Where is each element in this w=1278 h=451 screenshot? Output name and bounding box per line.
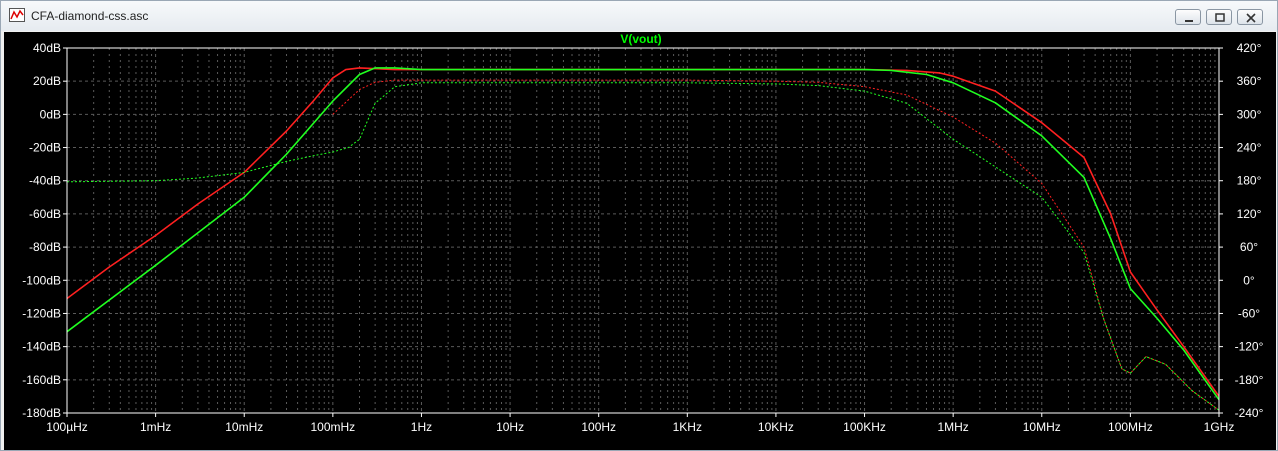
y-right-tick-label: 300° [1237, 107, 1262, 121]
y-left-tick-label: -180dB [22, 406, 61, 420]
x-tick-label: 100µHz [46, 420, 88, 434]
y-right-tick-label: 360° [1237, 74, 1262, 88]
y-left-tick-label: -40dB [29, 174, 61, 188]
y-left-tick-label: -20dB [29, 141, 61, 155]
y-right-tick-label: 120° [1237, 207, 1262, 221]
x-tick-label: 1GHz [1204, 420, 1235, 434]
x-tick-label: 100KHz [843, 420, 886, 434]
x-tick-label: 10mHz [225, 420, 263, 434]
y-right-tick-label: 0° [1243, 273, 1255, 287]
x-tick-label: 10MHz [1023, 420, 1061, 434]
y-left-tick-label: -80dB [29, 240, 61, 254]
x-tick-label: 100Hz [581, 420, 616, 434]
y-right-tick-label: 60° [1240, 240, 1258, 254]
y-left-tick-label: -100dB [22, 273, 61, 287]
close-icon [1246, 13, 1256, 23]
chart-title: V(vout) [620, 32, 661, 46]
y-left-tick-label: 0dB [40, 107, 61, 121]
minimize-button[interactable] [1175, 9, 1201, 25]
bode-plot[interactable]: 100µHz 1mHz 10mHz 100mHz 1Hz 10Hz 100Hz 1KHz 10K… [4, 32, 1276, 450]
x-tick-label: 1MHz [937, 420, 968, 434]
y-left-tick-label: -60dB [29, 207, 61, 221]
y-right-tick-label: 180° [1237, 174, 1262, 188]
minimize-icon [1185, 20, 1193, 22]
y-left-tick-label: 40dB [33, 41, 61, 55]
y-left-tick-label: -160dB [22, 373, 61, 387]
x-tick-label: 10Hz [496, 420, 524, 434]
y-right-tick-label: -120° [1235, 340, 1264, 354]
y-left-tick-label: -120dB [22, 306, 61, 320]
grid-lines [66, 47, 1220, 414]
plot-pane[interactable]: 100µHz 1mHz 10mHz 100mHz 1Hz 10Hz 100Hz 1KHz 10K… [4, 32, 1276, 450]
x-tick-label: 1mHz [140, 420, 171, 434]
series-group [66, 67, 1220, 411]
y-right-tick-label: -60° [1238, 306, 1260, 320]
y-left-tick-label: -140dB [22, 340, 61, 354]
x-tick-label: 1KHz [673, 420, 702, 434]
waveform-icon [9, 8, 25, 22]
y-right-tick-label: 240° [1237, 141, 1262, 155]
x-tick-label: 100MHz [1108, 420, 1153, 434]
title-bar[interactable]: CFA-diamond-css.asc [1, 1, 1277, 31]
restore-button[interactable] [1206, 9, 1232, 25]
window-title: CFA-diamond-css.asc [31, 9, 149, 23]
x-tick-label: 10KHz [758, 420, 794, 434]
y-right-tick-label: 420° [1237, 41, 1262, 55]
y-left-tick-label: 20dB [33, 74, 61, 88]
x-tick-label: 100mHz [311, 420, 356, 434]
restore-icon [1215, 13, 1225, 22]
waveform-viewer-window: CFA-diamond-css.asc 100µHz 1mHz 10mHz 100mH… [0, 0, 1278, 451]
x-tick-label: 1Hz [411, 420, 432, 434]
y-right-tick-label: -180° [1235, 373, 1264, 387]
y-right-tick-label: -240° [1235, 406, 1264, 420]
close-button[interactable] [1237, 9, 1263, 25]
